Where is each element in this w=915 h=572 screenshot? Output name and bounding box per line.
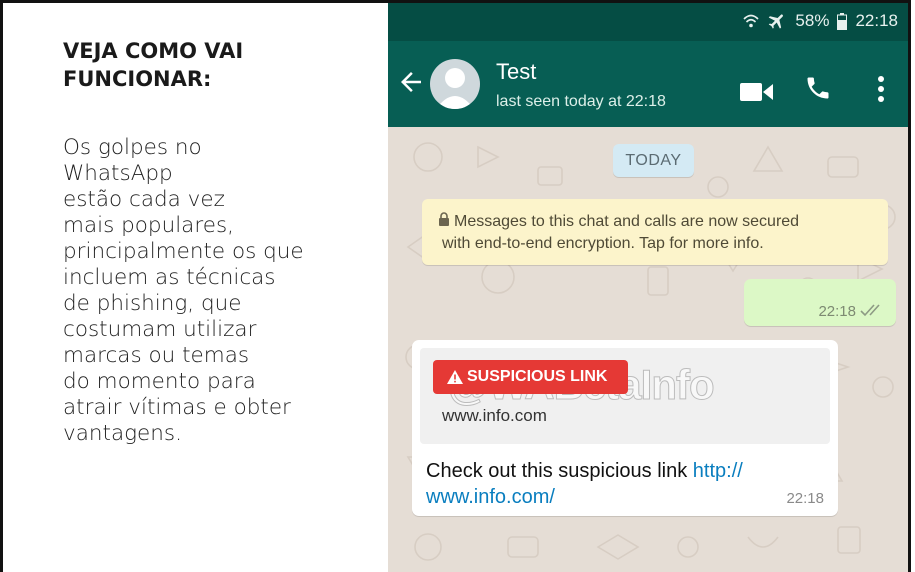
message-text: Check out this suspicious link http:// w… (426, 458, 826, 510)
body-line: mais populares, (63, 213, 234, 238)
outgoing-message-bubble[interactable]: 22:18 (744, 279, 896, 326)
body-line: costumam utilizar (63, 317, 257, 342)
body-line: marcas ou temas (63, 343, 250, 368)
contact-name[interactable]: Test (496, 59, 536, 85)
suspicious-link-badge: SUSPICIOUS LINK (433, 360, 628, 394)
back-arrow-icon[interactable] (396, 67, 426, 97)
status-icons: 58% 22:18 (743, 11, 898, 31)
headline: VEJA COMO VAI FUNCIONAR: (63, 37, 363, 93)
body-line: WhatsApp (63, 161, 173, 186)
message-line: Check out this suspicious link http:// (426, 458, 826, 484)
encryption-line: with end-to-end encryption. Tap for more… (442, 235, 764, 252)
body-line: de phishing, que (63, 291, 242, 316)
article-body: Os golpes no WhatsApp estão cada vez mai… (63, 135, 383, 447)
message-time: 22:18 (818, 303, 856, 320)
body-line: do momento para (63, 369, 256, 394)
body-line: incluem as técnicas (63, 265, 276, 290)
phone-icon[interactable] (804, 73, 832, 103)
headline-line: FUNCIONAR: (63, 67, 212, 91)
battery-percent: 58% (795, 11, 830, 30)
status-time: 22:18 (855, 11, 898, 30)
body-line: vantagens. (63, 421, 182, 446)
default-avatar-icon (436, 68, 474, 109)
whatsapp-screen: 58% 22:18 Test last seen today at 22:18 (388, 3, 908, 572)
message-link[interactable]: http:// (693, 460, 743, 482)
lock-icon (439, 212, 449, 226)
warning-icon (447, 370, 463, 384)
encryption-notice[interactable]: Messages to this chat and calls are now … (422, 199, 888, 265)
airplane-mode-icon (769, 14, 784, 29)
message-body: Check out this suspicious link (426, 460, 693, 482)
body-line: estão cada vez (63, 187, 225, 212)
more-vert-icon[interactable] (876, 75, 886, 103)
message-time: 22:18 (786, 490, 824, 507)
headline-line: VEJA COMO VAI (63, 39, 244, 63)
encryption-line: Messages to this chat and calls are now … (454, 213, 800, 230)
badge-label: SUSPICIOUS LINK (467, 368, 608, 385)
video-call-icon[interactable] (740, 81, 774, 103)
article-panel: VEJA COMO VAI FUNCIONAR: Os golpes no Wh… (3, 3, 388, 572)
incoming-message-bubble[interactable]: @WABetaInfo SUSPICIOUS LINK www.info.com… (412, 340, 838, 516)
date-divider: TODAY (613, 144, 694, 177)
body-line: principalmente os que (63, 239, 304, 264)
link-preview[interactable]: @WABetaInfo SUSPICIOUS LINK www.info.com (420, 348, 830, 444)
preview-url: www.info.com (442, 406, 547, 425)
wifi-icon (743, 14, 759, 28)
status-bar: 58% 22:18 (388, 3, 908, 41)
body-line: atrair vítimas e obter (63, 395, 291, 420)
message-link-continued[interactable]: www.info.com/ (426, 484, 826, 510)
battery-icon (837, 12, 848, 30)
body-line: Os golpes no (63, 135, 202, 160)
double-check-icon (860, 304, 880, 317)
avatar[interactable] (430, 59, 480, 109)
last-seen-status: last seen today at 22:18 (496, 93, 666, 110)
chat-header: Test last seen today at 22:18 (388, 41, 908, 127)
